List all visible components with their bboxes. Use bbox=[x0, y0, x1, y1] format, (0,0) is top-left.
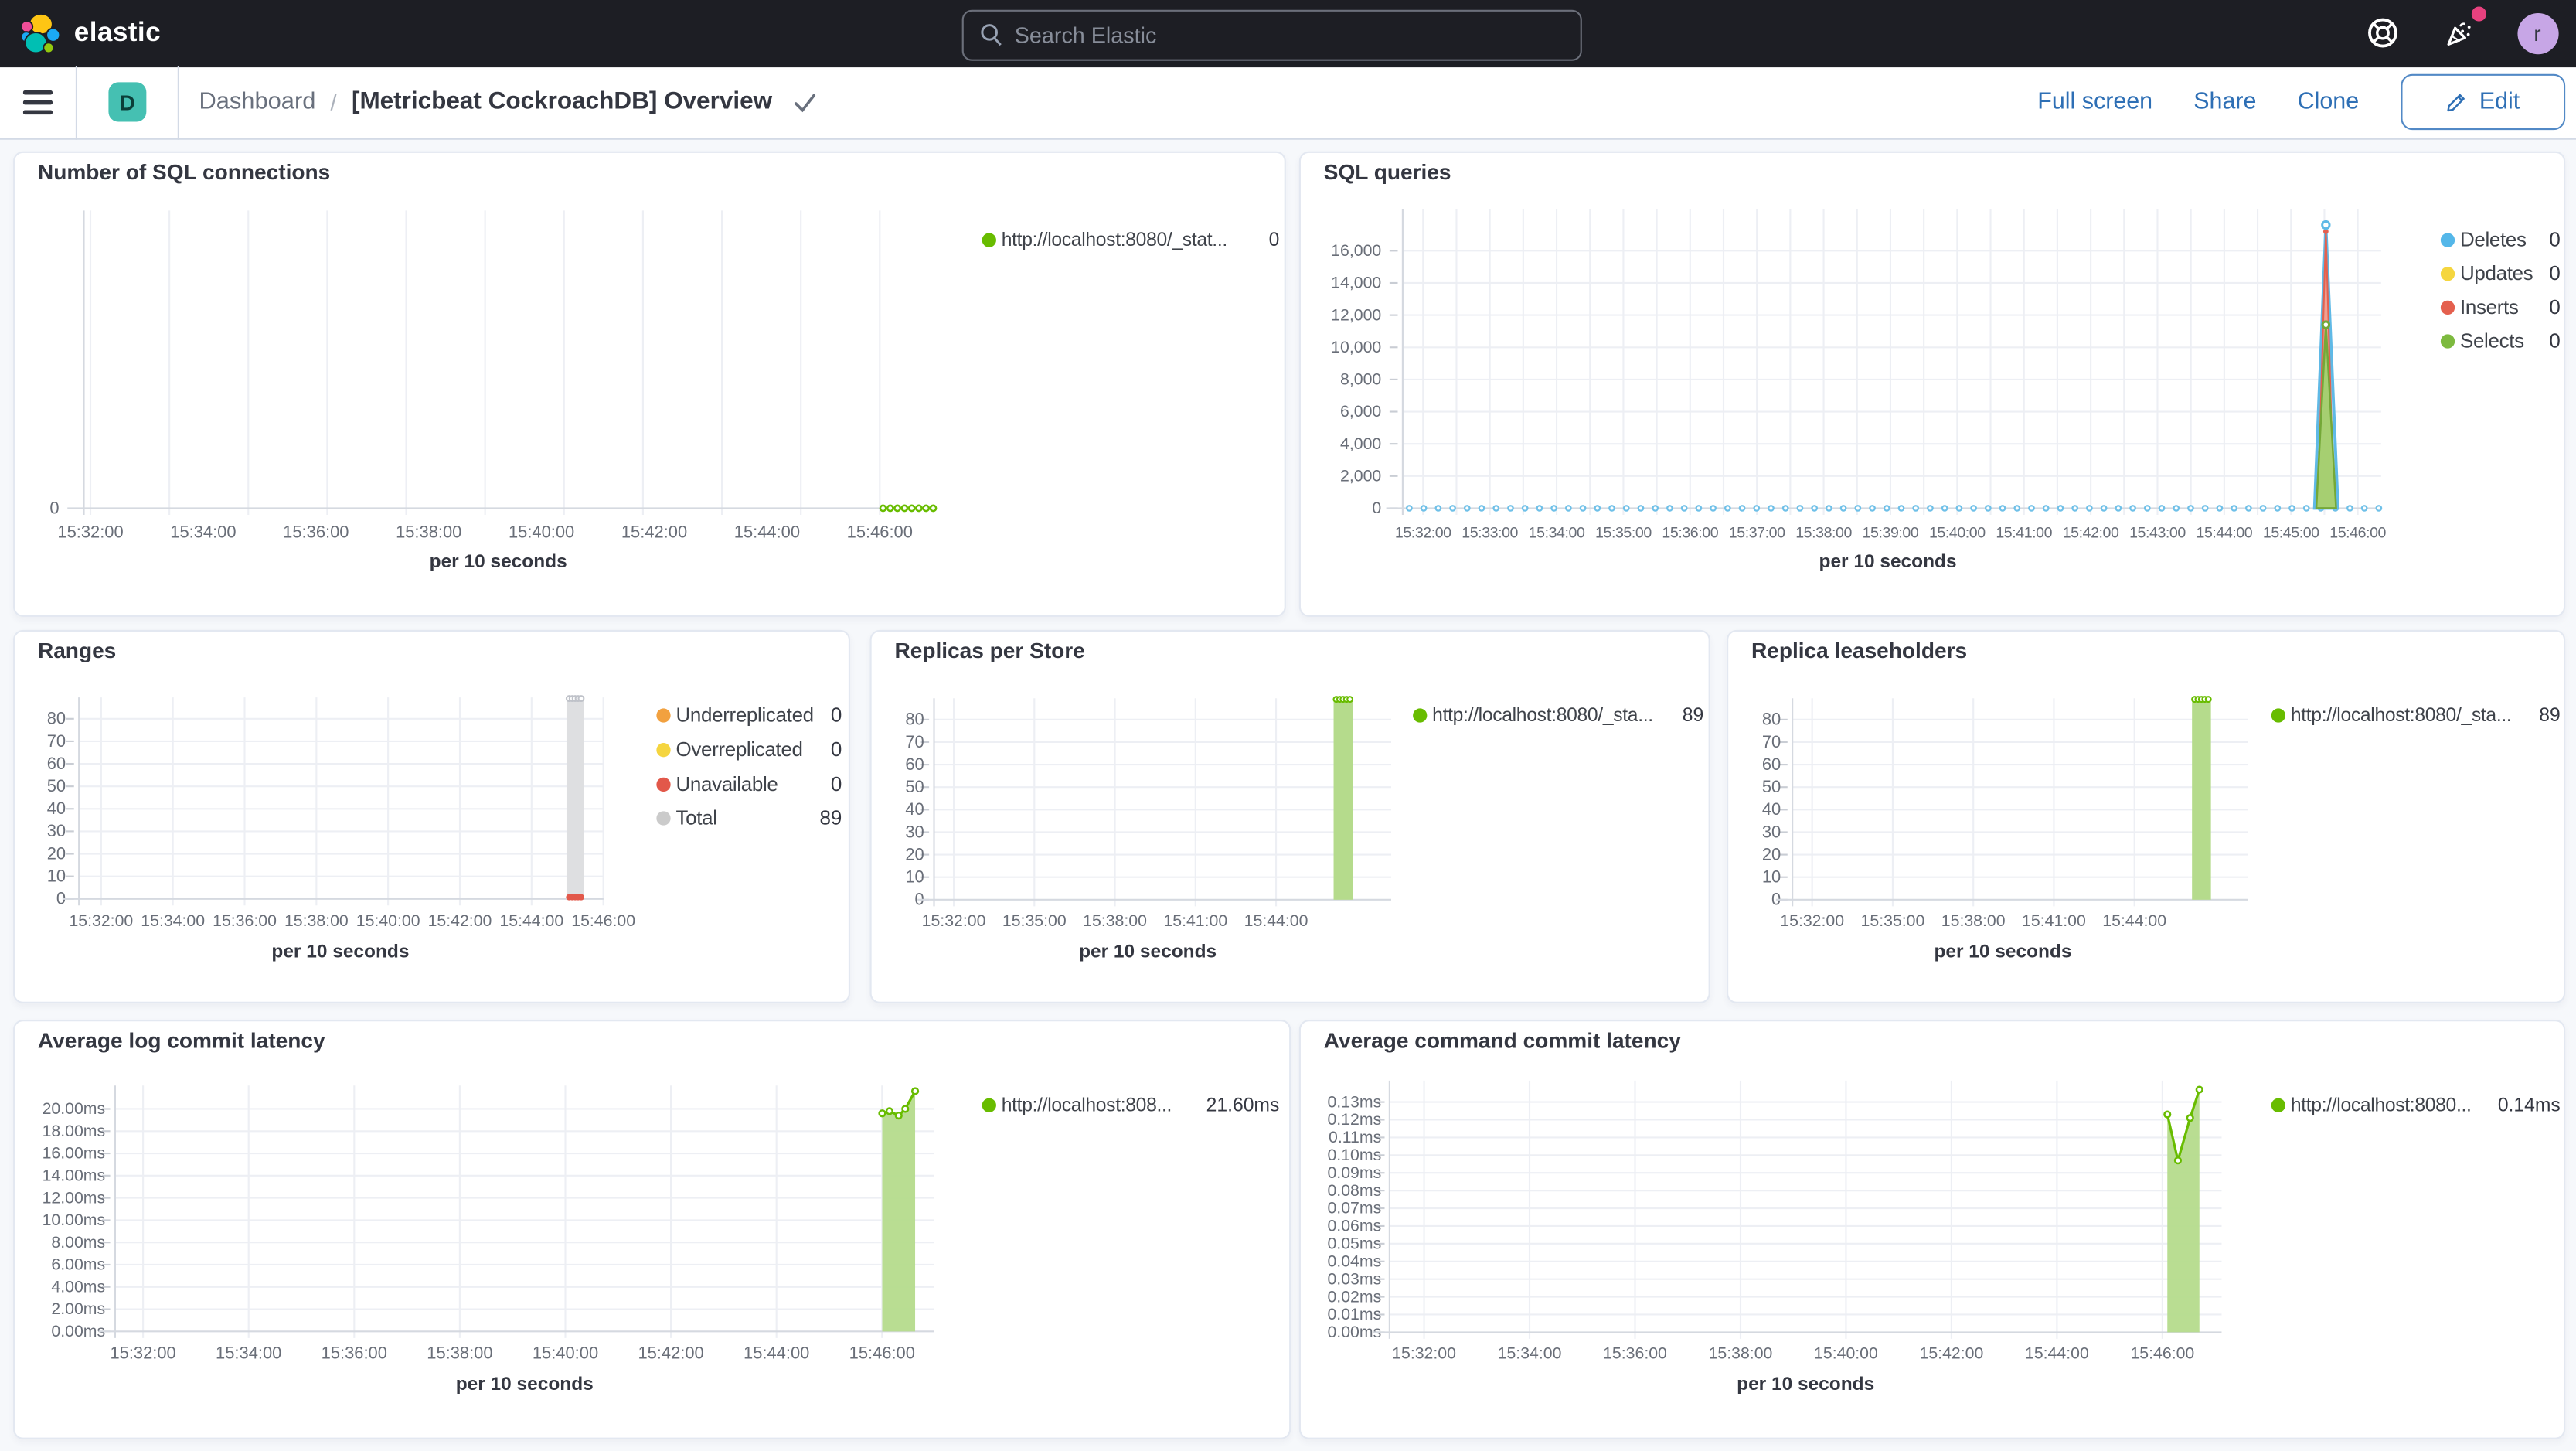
party-popper-icon bbox=[2446, 22, 2470, 46]
breadcrumb-separator: / bbox=[330, 89, 337, 116]
breadcrumb: Dashboard / [Metricbeat CockroachDB] Ove… bbox=[199, 89, 816, 115]
kibana-dashboard-app: elastic Search Elastic r D Dashboard / [… bbox=[0, 0, 2576, 1451]
panel-replica-leaseholders: Replica leaseholders bbox=[1727, 629, 2566, 1003]
toolbar-actions: Full screen Share Clone Edit bbox=[2037, 74, 2576, 131]
edit-button-label: Edit bbox=[2479, 89, 2520, 116]
page-title: [Metricbeat CockroachDB] Overview bbox=[351, 89, 773, 116]
panel-replicas-per-store: Replicas per Store bbox=[869, 629, 1710, 1003]
panel-title: Replicas per Store bbox=[894, 638, 1085, 663]
global-search[interactable] bbox=[961, 9, 1582, 60]
panel-title: SQL queries bbox=[1323, 159, 1451, 185]
dashboard-toolbar: D Dashboard / [Metricbeat CockroachDB] O… bbox=[0, 66, 2576, 140]
panel-title: Average command commit latency bbox=[1323, 1027, 1681, 1053]
hamburger-icon bbox=[22, 90, 53, 114]
life-ring-icon bbox=[2367, 19, 2397, 49]
elastic-logo[interactable]: elastic bbox=[20, 0, 162, 66]
space-avatar: D bbox=[108, 82, 147, 122]
panel-ranges: Ranges bbox=[13, 629, 851, 1003]
share-button[interactable]: Share bbox=[2193, 89, 2256, 115]
saved-check-icon[interactable] bbox=[792, 90, 817, 114]
menu-button[interactable] bbox=[0, 66, 76, 138]
panel-sql-queries: SQL queries bbox=[1298, 151, 2566, 617]
breadcrumb-dashboard[interactable]: Dashboard bbox=[199, 89, 315, 115]
panel-average-log-commit-latency: Average log commit latency bbox=[13, 1020, 1291, 1439]
search-icon bbox=[981, 24, 1002, 46]
panel-title: Number of SQL connections bbox=[37, 159, 331, 185]
panel-title: Average log commit latency bbox=[37, 1027, 325, 1053]
panel-title: Replica leaseholders bbox=[1751, 638, 1968, 663]
search-input[interactable] bbox=[1002, 22, 1581, 47]
panel-title: Ranges bbox=[37, 638, 117, 663]
user-avatar[interactable]: r bbox=[2516, 12, 2558, 54]
logo-wordmark: elastic bbox=[73, 17, 162, 48]
edit-button[interactable]: Edit bbox=[2400, 74, 2565, 131]
panel-average-command-commit-latency: Average command commit latency bbox=[1298, 1020, 2566, 1439]
toolbar-divider bbox=[75, 66, 78, 139]
whats-new-button[interactable] bbox=[2439, 7, 2486, 53]
full-screen-button[interactable]: Full screen bbox=[2037, 89, 2152, 115]
elastic-logo-icon bbox=[20, 12, 61, 54]
clone-button[interactable]: Clone bbox=[2298, 89, 2359, 115]
help-button[interactable] bbox=[2362, 14, 2401, 53]
nav-icons: r bbox=[2362, 0, 2576, 66]
top-nav: elastic Search Elastic r bbox=[0, 0, 2576, 67]
toolbar-divider bbox=[177, 66, 179, 139]
panel-number-of-sql-connections: Number of SQL connections bbox=[13, 151, 1286, 617]
pencil-icon bbox=[2446, 94, 2465, 112]
